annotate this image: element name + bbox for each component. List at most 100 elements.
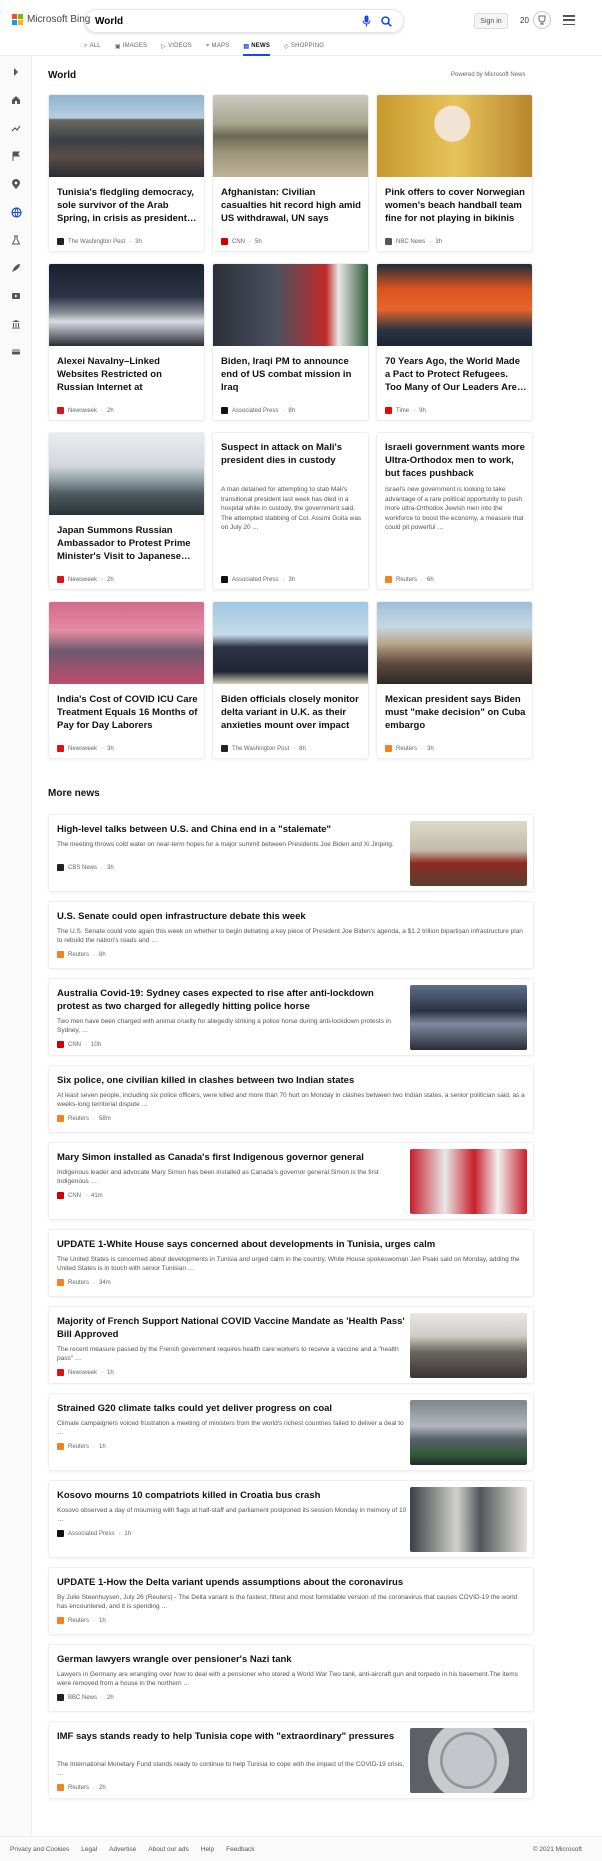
- news-card[interactable]: Alexei Navalny–Linked Websites Restricte…: [48, 263, 205, 421]
- publisher-name[interactable]: NBC News: [396, 239, 425, 245]
- list-item-headline[interactable]: Majority of French Support National COVI…: [57, 1315, 407, 1341]
- publisher-name[interactable]: Associated Press: [68, 1531, 114, 1537]
- publisher-name[interactable]: Reuters: [68, 952, 89, 958]
- card-headline[interactable]: India's Cost of COVID ICU Care Treatment…: [57, 693, 199, 732]
- publisher-name[interactable]: The Washington Post: [68, 239, 125, 245]
- card-thumbnail[interactable]: [49, 433, 204, 515]
- news-list-item[interactable]: Majority of French Support National COVI…: [48, 1306, 534, 1384]
- card-headline[interactable]: Mexican president says Biden must "make …: [385, 693, 527, 732]
- tab-shopping[interactable]: ◇ SHOPPING: [284, 40, 324, 52]
- publisher-name[interactable]: Reuters: [68, 1444, 89, 1450]
- entertainment-icon[interactable]: [8, 288, 24, 304]
- tab-all[interactable]: ⌕ ALL: [84, 40, 101, 52]
- news-card[interactable]: Mexican president says Biden must "make …: [376, 601, 533, 759]
- publisher-name[interactable]: CNN: [68, 1042, 81, 1048]
- card-headline[interactable]: Israeli government wants more Ultra-Orth…: [385, 441, 527, 480]
- publisher-name[interactable]: CBS News: [68, 865, 97, 871]
- footer-link-feedback[interactable]: Feedback: [226, 1846, 255, 1853]
- card-headline[interactable]: Pink offers to cover Norwegian women's b…: [385, 186, 527, 225]
- publisher-name[interactable]: Newsweek: [68, 577, 97, 583]
- card-headline[interactable]: Afghanistan: Civilian casualties hit rec…: [221, 186, 363, 225]
- card-thumbnail[interactable]: [49, 95, 204, 177]
- trending-icon[interactable]: [8, 120, 24, 136]
- news-list-item[interactable]: Six police, one civilian killed in clash…: [48, 1065, 534, 1133]
- card-thumbnail[interactable]: [377, 602, 532, 684]
- hamburger-menu-icon[interactable]: [563, 15, 575, 25]
- list-item-thumbnail[interactable]: [410, 1313, 527, 1378]
- microphone-icon[interactable]: [359, 14, 373, 28]
- list-item-headline[interactable]: Mary Simon installed as Canada's first I…: [57, 1151, 407, 1164]
- list-item-thumbnail[interactable]: [410, 1487, 527, 1552]
- news-list-item[interactable]: IMF says stands ready to help Tunisia co…: [48, 1721, 534, 1799]
- publisher-name[interactable]: Reuters: [396, 746, 417, 752]
- card-thumbnail[interactable]: [49, 264, 204, 346]
- list-item-thumbnail[interactable]: [410, 985, 527, 1050]
- footer-link-legal[interactable]: Legal: [81, 1846, 97, 1853]
- publisher-name[interactable]: CNN: [68, 1193, 81, 1199]
- card-headline[interactable]: 70 Years Ago, the World Made a Pact to P…: [385, 355, 527, 394]
- list-item-headline[interactable]: Australia Covid-19: Sydney cases expecte…: [57, 987, 407, 1013]
- card-headline[interactable]: Tunisia's fledgling democracy, sole surv…: [57, 186, 199, 225]
- list-item-headline[interactable]: IMF says stands ready to help Tunisia co…: [57, 1730, 407, 1743]
- publisher-name[interactable]: Reuters: [68, 1785, 89, 1791]
- footer-link-privacy[interactable]: Privacy and Cookies: [10, 1846, 69, 1853]
- publisher-name[interactable]: Newsweek: [68, 408, 97, 414]
- publisher-name[interactable]: Reuters: [68, 1116, 89, 1122]
- government-icon[interactable]: [8, 316, 24, 332]
- science-icon[interactable]: [8, 232, 24, 248]
- card-headline[interactable]: Biden officials closely monitor delta va…: [221, 693, 363, 732]
- list-item-headline[interactable]: Six police, one civilian killed in clash…: [57, 1074, 527, 1087]
- card-thumbnail[interactable]: [49, 602, 204, 684]
- tab-maps[interactable]: ⌖ MAPS: [206, 40, 229, 52]
- location-icon[interactable]: [8, 176, 24, 192]
- publisher-name[interactable]: CNN: [232, 239, 245, 245]
- card-headline[interactable]: Alexei Navalny–Linked Websites Restricte…: [57, 355, 199, 394]
- expand-icon[interactable]: [8, 64, 24, 80]
- news-list-item[interactable]: German lawyers wrangle over pensioner's …: [48, 1644, 534, 1712]
- list-item-thumbnail[interactable]: [410, 1149, 527, 1214]
- news-list-item[interactable]: UPDATE 1-How the Delta variant upends as…: [48, 1567, 534, 1635]
- list-item-headline[interactable]: UPDATE 1-How the Delta variant upends as…: [57, 1576, 527, 1589]
- globe-icon[interactable]: [8, 204, 24, 220]
- footer-link-help[interactable]: Help: [201, 1846, 214, 1853]
- rewards-trophy-icon[interactable]: [533, 11, 551, 29]
- publisher-name[interactable]: Reuters: [68, 1280, 89, 1286]
- publisher-name[interactable]: The Washington Post: [232, 746, 289, 752]
- news-list-item[interactable]: Mary Simon installed as Canada's first I…: [48, 1142, 534, 1220]
- list-item-thumbnail[interactable]: [410, 1400, 527, 1465]
- flag-icon[interactable]: [8, 148, 24, 164]
- news-list-item[interactable]: High-level talks between U.S. and China …: [48, 814, 534, 892]
- news-list-item[interactable]: U.S. Senate could open infrastructure de…: [48, 901, 534, 969]
- news-list-item[interactable]: Kosovo mourns 10 compatriots killed in C…: [48, 1480, 534, 1558]
- news-card[interactable]: Afghanistan: Civilian casualties hit rec…: [212, 94, 369, 252]
- news-list-item[interactable]: UPDATE 1-White House says concerned abou…: [48, 1229, 534, 1297]
- publisher-name[interactable]: Time: [396, 408, 409, 414]
- publisher-name[interactable]: Newsweek: [68, 1370, 97, 1376]
- card-headline[interactable]: Suspect in attack on Mali's president di…: [221, 441, 363, 467]
- news-card[interactable]: Pink offers to cover Norwegian women's b…: [376, 94, 533, 252]
- search-box[interactable]: [84, 9, 404, 33]
- list-item-headline[interactable]: German lawyers wrangle over pensioner's …: [57, 1653, 527, 1666]
- sign-in-button[interactable]: Sign in: [474, 13, 508, 29]
- publisher-name[interactable]: Associated Press: [232, 408, 278, 414]
- footer-link-about-ads[interactable]: About our ads: [148, 1846, 188, 1853]
- search-icon[interactable]: [379, 14, 393, 28]
- news-card[interactable]: Biden, Iraqi PM to announce end of US co…: [212, 263, 369, 421]
- list-item-headline[interactable]: U.S. Senate could open infrastructure de…: [57, 910, 527, 923]
- card-thumbnail[interactable]: [213, 95, 368, 177]
- tab-images[interactable]: ▣ IMAGES: [115, 40, 147, 52]
- list-item-headline[interactable]: Kosovo mourns 10 compatriots killed in C…: [57, 1489, 407, 1502]
- list-item-headline[interactable]: Strained G20 climate talks could yet del…: [57, 1402, 407, 1415]
- bing-logo[interactable]: Microsoft Bing: [12, 14, 90, 25]
- publisher-name[interactable]: Newsweek: [68, 746, 97, 752]
- search-input[interactable]: [95, 15, 353, 27]
- list-item-headline[interactable]: UPDATE 1-White House says concerned abou…: [57, 1238, 527, 1251]
- list-item-headline[interactable]: High-level talks between U.S. and China …: [57, 823, 407, 836]
- card-thumbnail[interactable]: [377, 264, 532, 346]
- publisher-name[interactable]: Reuters: [68, 1618, 89, 1624]
- card-thumbnail[interactable]: [213, 602, 368, 684]
- publisher-name[interactable]: Associated Press: [232, 577, 278, 583]
- news-list-item[interactable]: Strained G20 climate talks could yet del…: [48, 1393, 534, 1471]
- news-card[interactable]: Japan Summons Russian Ambassador to Prot…: [48, 432, 205, 590]
- list-item-thumbnail[interactable]: [410, 821, 527, 886]
